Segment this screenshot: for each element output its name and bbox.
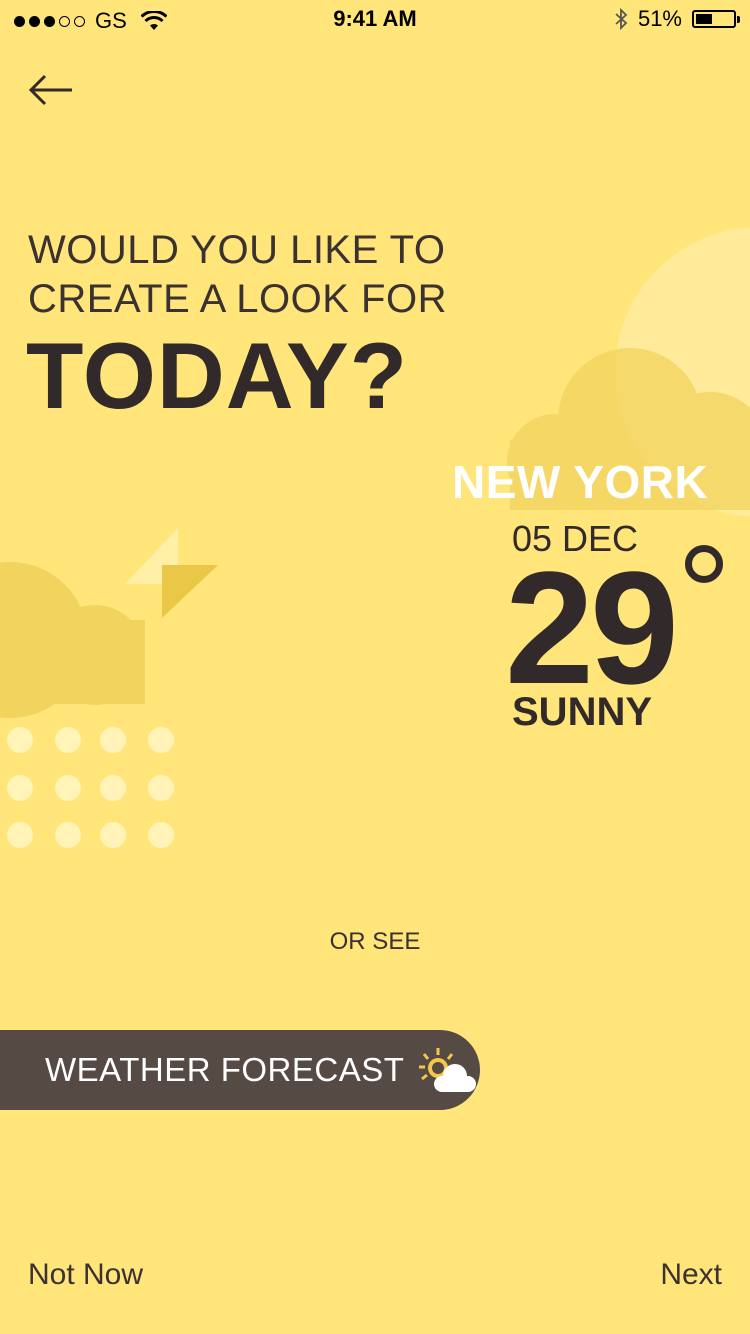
- next-button[interactable]: Next: [660, 1258, 722, 1292]
- cloud-left-shape: [0, 562, 145, 718]
- status-bar: GS 9:41 AM 51%: [0, 0, 750, 40]
- arrow-left-icon: [28, 74, 72, 106]
- battery-level: [696, 14, 712, 24]
- weather-city: NEW YORK: [452, 456, 709, 508]
- question-line-3: TODAY?: [26, 323, 409, 428]
- weather-condition: SUNNY: [512, 690, 653, 734]
- weather-forecast-button[interactable]: WEATHER FORECAST: [0, 1030, 480, 1110]
- weather-temperature: 29: [505, 538, 679, 717]
- weather-forecast-label: WEATHER FORECAST: [45, 1051, 405, 1088]
- status-right: 51%: [614, 6, 740, 32]
- battery-percent: 51%: [637, 6, 682, 31]
- lightning-shape-dark: [162, 565, 218, 618]
- sun-cloud-icon: [419, 1048, 477, 1092]
- degree-symbol: [685, 545, 723, 583]
- question-line-1: WOULD YOU LIKE TO: [28, 228, 446, 272]
- not-now-button[interactable]: Not Now: [28, 1258, 143, 1292]
- bluetooth-icon: [615, 8, 628, 30]
- or-see-label: OR SEE: [329, 928, 421, 955]
- back-button[interactable]: [28, 68, 76, 112]
- question-line-2: CREATE A LOOK FOR: [28, 277, 447, 321]
- battery-icon: [692, 10, 740, 28]
- dots-grid: [7, 727, 174, 848]
